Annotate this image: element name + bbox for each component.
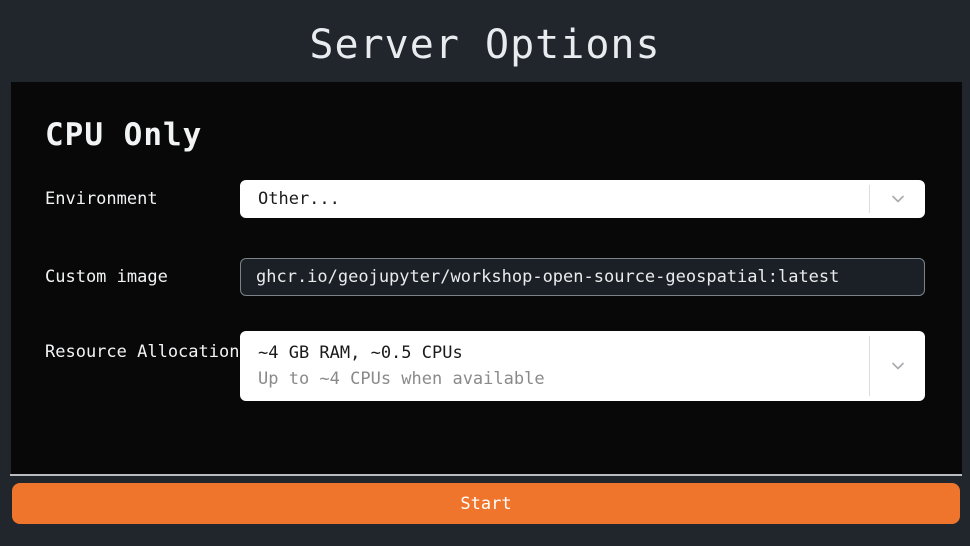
environment-select-value: Other... (240, 180, 869, 218)
server-options-form: CPU Only Environment Other... Custom ima… (11, 82, 962, 474)
environment-row: Environment Other... (11, 180, 962, 218)
custom-image-label: Custom image (45, 263, 240, 291)
page-title: Server Options (309, 22, 660, 68)
custom-image-input[interactable] (240, 258, 925, 296)
resource-allocation-label: Resource Allocation (45, 331, 240, 366)
resource-allocation-row: Resource Allocation ~4 GB RAM, ~0.5 CPUs… (11, 331, 962, 401)
page-header: Server Options (0, 0, 970, 82)
custom-image-row: Custom image (11, 258, 962, 296)
resource-allocation-description: Up to ~4 CPUs when available (258, 366, 545, 392)
resource-allocation-select-value: ~4 GB RAM, ~0.5 CPUs Up to ~4 CPUs when … (240, 331, 869, 401)
chevron-down-icon (869, 336, 925, 396)
resource-allocation-primary: ~4 GB RAM, ~0.5 CPUs (258, 340, 463, 366)
chevron-down-icon (869, 185, 925, 213)
resource-allocation-select[interactable]: ~4 GB RAM, ~0.5 CPUs Up to ~4 CPUs when … (240, 331, 925, 401)
environment-select[interactable]: Other... (240, 180, 925, 218)
start-button[interactable]: Start (12, 483, 960, 524)
form-divider (10, 474, 962, 476)
profile-heading: CPU Only (11, 82, 962, 154)
environment-label: Environment (45, 185, 240, 213)
